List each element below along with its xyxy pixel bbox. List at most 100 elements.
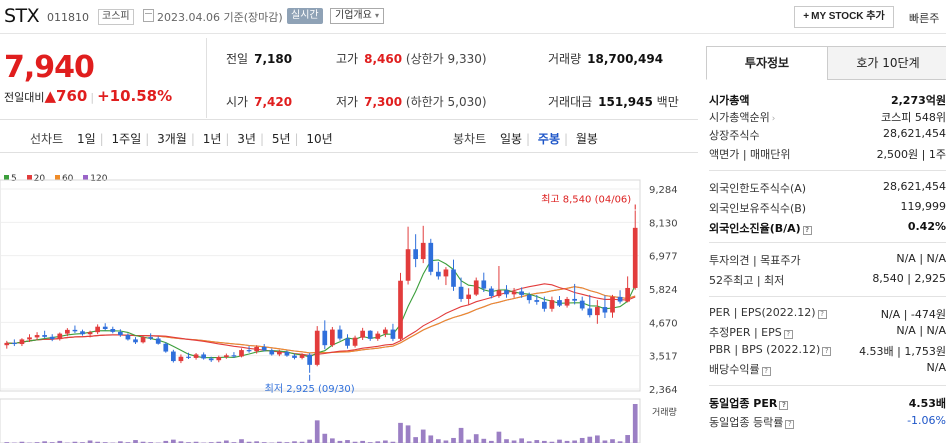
per-row: PER | EPS(2022.12)? N/A | -474원: [709, 306, 946, 323]
market-cap-label: 시가총액: [709, 94, 750, 107]
sector-change-label: 동일업종 등락률: [709, 416, 784, 429]
candle-body: [352, 337, 358, 346]
candle-body: [549, 300, 555, 309]
y-tick-label: 6,977: [649, 252, 678, 263]
period-10y[interactable]: 10년: [306, 130, 332, 147]
par-row: 액면가 | 매매단위 2,500원 | 1주: [709, 146, 946, 163]
stock-chart[interactable]: 9,284 8,130 6,977 5,824 4,670 3,517 2,364 최고 8,…: [0, 150, 698, 443]
candle-body: [617, 296, 623, 302]
volume-bar: [632, 404, 638, 443]
calendar-icon: [143, 9, 154, 22]
market-cap-rank-label: 시가총액순위: [709, 111, 770, 124]
candle-body: [345, 338, 350, 346]
pbr-value: 4.53배 | 1,753원: [859, 345, 946, 358]
market-badge: 코스피: [98, 9, 134, 25]
help-icon[interactable]: ?: [817, 310, 827, 319]
company-info-button[interactable]: 기업개요 ▾: [330, 8, 385, 24]
volume-bar: [496, 431, 502, 443]
candle-body: [322, 330, 328, 346]
candle-body: [254, 346, 259, 352]
est-per-row: 추정PER | EPS? N/A | N/A: [709, 324, 946, 341]
candle-body: [579, 300, 585, 309]
candle-body: [95, 326, 100, 333]
help-icon[interactable]: ?: [802, 226, 812, 235]
help-icon[interactable]: ?: [779, 401, 789, 410]
candle-body: [405, 249, 411, 281]
quick-link[interactable]: 빠른주: [909, 10, 939, 26]
dividend-value: N/A: [926, 361, 946, 374]
foreign-ratio-label: 외국인소진율(B/A): [709, 222, 801, 235]
volume-bar: [239, 439, 244, 443]
help-icon[interactable]: ?: [761, 367, 771, 376]
add-my-stock-button[interactable]: + MY STOCK 추가: [794, 6, 894, 28]
par-label: 액면가 | 매매단위: [709, 148, 791, 161]
candle-body: [330, 329, 335, 346]
help-icon[interactable]: ?: [783, 330, 793, 339]
per-value: N/A | -474원: [880, 308, 946, 321]
candle-body: [451, 269, 456, 287]
candle-body: [34, 335, 40, 338]
amount-unit: 백만: [656, 95, 679, 109]
candle-body: [572, 298, 577, 301]
volume-bar: [625, 435, 630, 443]
amount-value: 151,945: [598, 95, 653, 109]
candle-body: [57, 333, 63, 340]
shares-value: 28,621,454: [883, 127, 946, 140]
period-1d[interactable]: 1일: [77, 130, 96, 147]
candle-body: [193, 354, 199, 358]
up-arrow-icon: ▲: [44, 87, 57, 105]
candle-body: [110, 329, 116, 332]
period-3y[interactable]: 3년: [237, 130, 256, 147]
volume: 거래량 18,700,494: [548, 50, 663, 67]
tab-quote-10[interactable]: 호가 10단계: [827, 46, 946, 80]
volume-bar: [595, 435, 600, 443]
volume-value: 18,700,494: [587, 52, 664, 66]
volume-bar: [579, 437, 585, 443]
prev-close-label: 전일: [226, 52, 249, 66]
chart-frame: [0, 179, 641, 392]
candle-body: [65, 329, 70, 334]
sector-change-row: 동일업종 등락률? -1.06%: [709, 414, 946, 431]
foreign-ratio-value: 0.42%: [907, 220, 946, 233]
high-price: 고가 8,460 (상한가 9,330): [336, 50, 487, 67]
est-per-label: 추정PER | EPS: [709, 326, 782, 339]
candle-body: [277, 351, 282, 355]
chevron-right-icon: ›: [771, 114, 776, 124]
help-icon[interactable]: ?: [822, 347, 832, 356]
period-3m[interactable]: 3개월: [157, 130, 187, 147]
candle-body: [27, 337, 32, 340]
candle-body: [534, 300, 540, 302]
tab-investment-info[interactable]: 투자정보: [706, 46, 828, 80]
ma5-line: [6, 259, 636, 359]
y-tick-label: 4,670: [649, 318, 678, 329]
candle-body: [489, 288, 494, 297]
candle-body: [80, 331, 85, 335]
current-price: 7,940: [4, 50, 95, 85]
volume-bar: [307, 439, 312, 443]
open-value: 7,420: [254, 95, 293, 109]
volume-bar: [314, 420, 320, 443]
volume-bar: [405, 425, 411, 443]
week52-value: 8,540 | 2,925: [872, 272, 946, 285]
period-1w[interactable]: 1주일: [112, 130, 142, 147]
volume-bar: [451, 437, 456, 443]
period-1y[interactable]: 1년: [203, 130, 222, 147]
stock-code: 011810: [47, 11, 89, 24]
change-label: 전일대비: [4, 91, 45, 104]
realtime-button[interactable]: 실시간: [287, 8, 323, 24]
candle-body: [186, 356, 191, 358]
candle-daily[interactable]: 일봉: [500, 130, 522, 147]
candle-monthly[interactable]: 월봉: [576, 130, 598, 147]
period-5y[interactable]: 5년: [272, 130, 291, 147]
candle-body: [398, 280, 403, 339]
shares-label: 상장주식수: [709, 129, 760, 142]
volume-bar: [428, 435, 434, 443]
per-label: PER | EPS(2022.12): [709, 306, 816, 319]
candle-body: [12, 342, 17, 345]
candle-weekly[interactable]: 주봉: [538, 130, 560, 147]
volume-bar: [398, 422, 403, 443]
sector-per-value: 4.53배: [908, 397, 946, 410]
volume-bar: [466, 439, 471, 443]
sector-per-label: 동일업종 PER: [709, 397, 778, 410]
help-icon[interactable]: ?: [785, 420, 795, 429]
